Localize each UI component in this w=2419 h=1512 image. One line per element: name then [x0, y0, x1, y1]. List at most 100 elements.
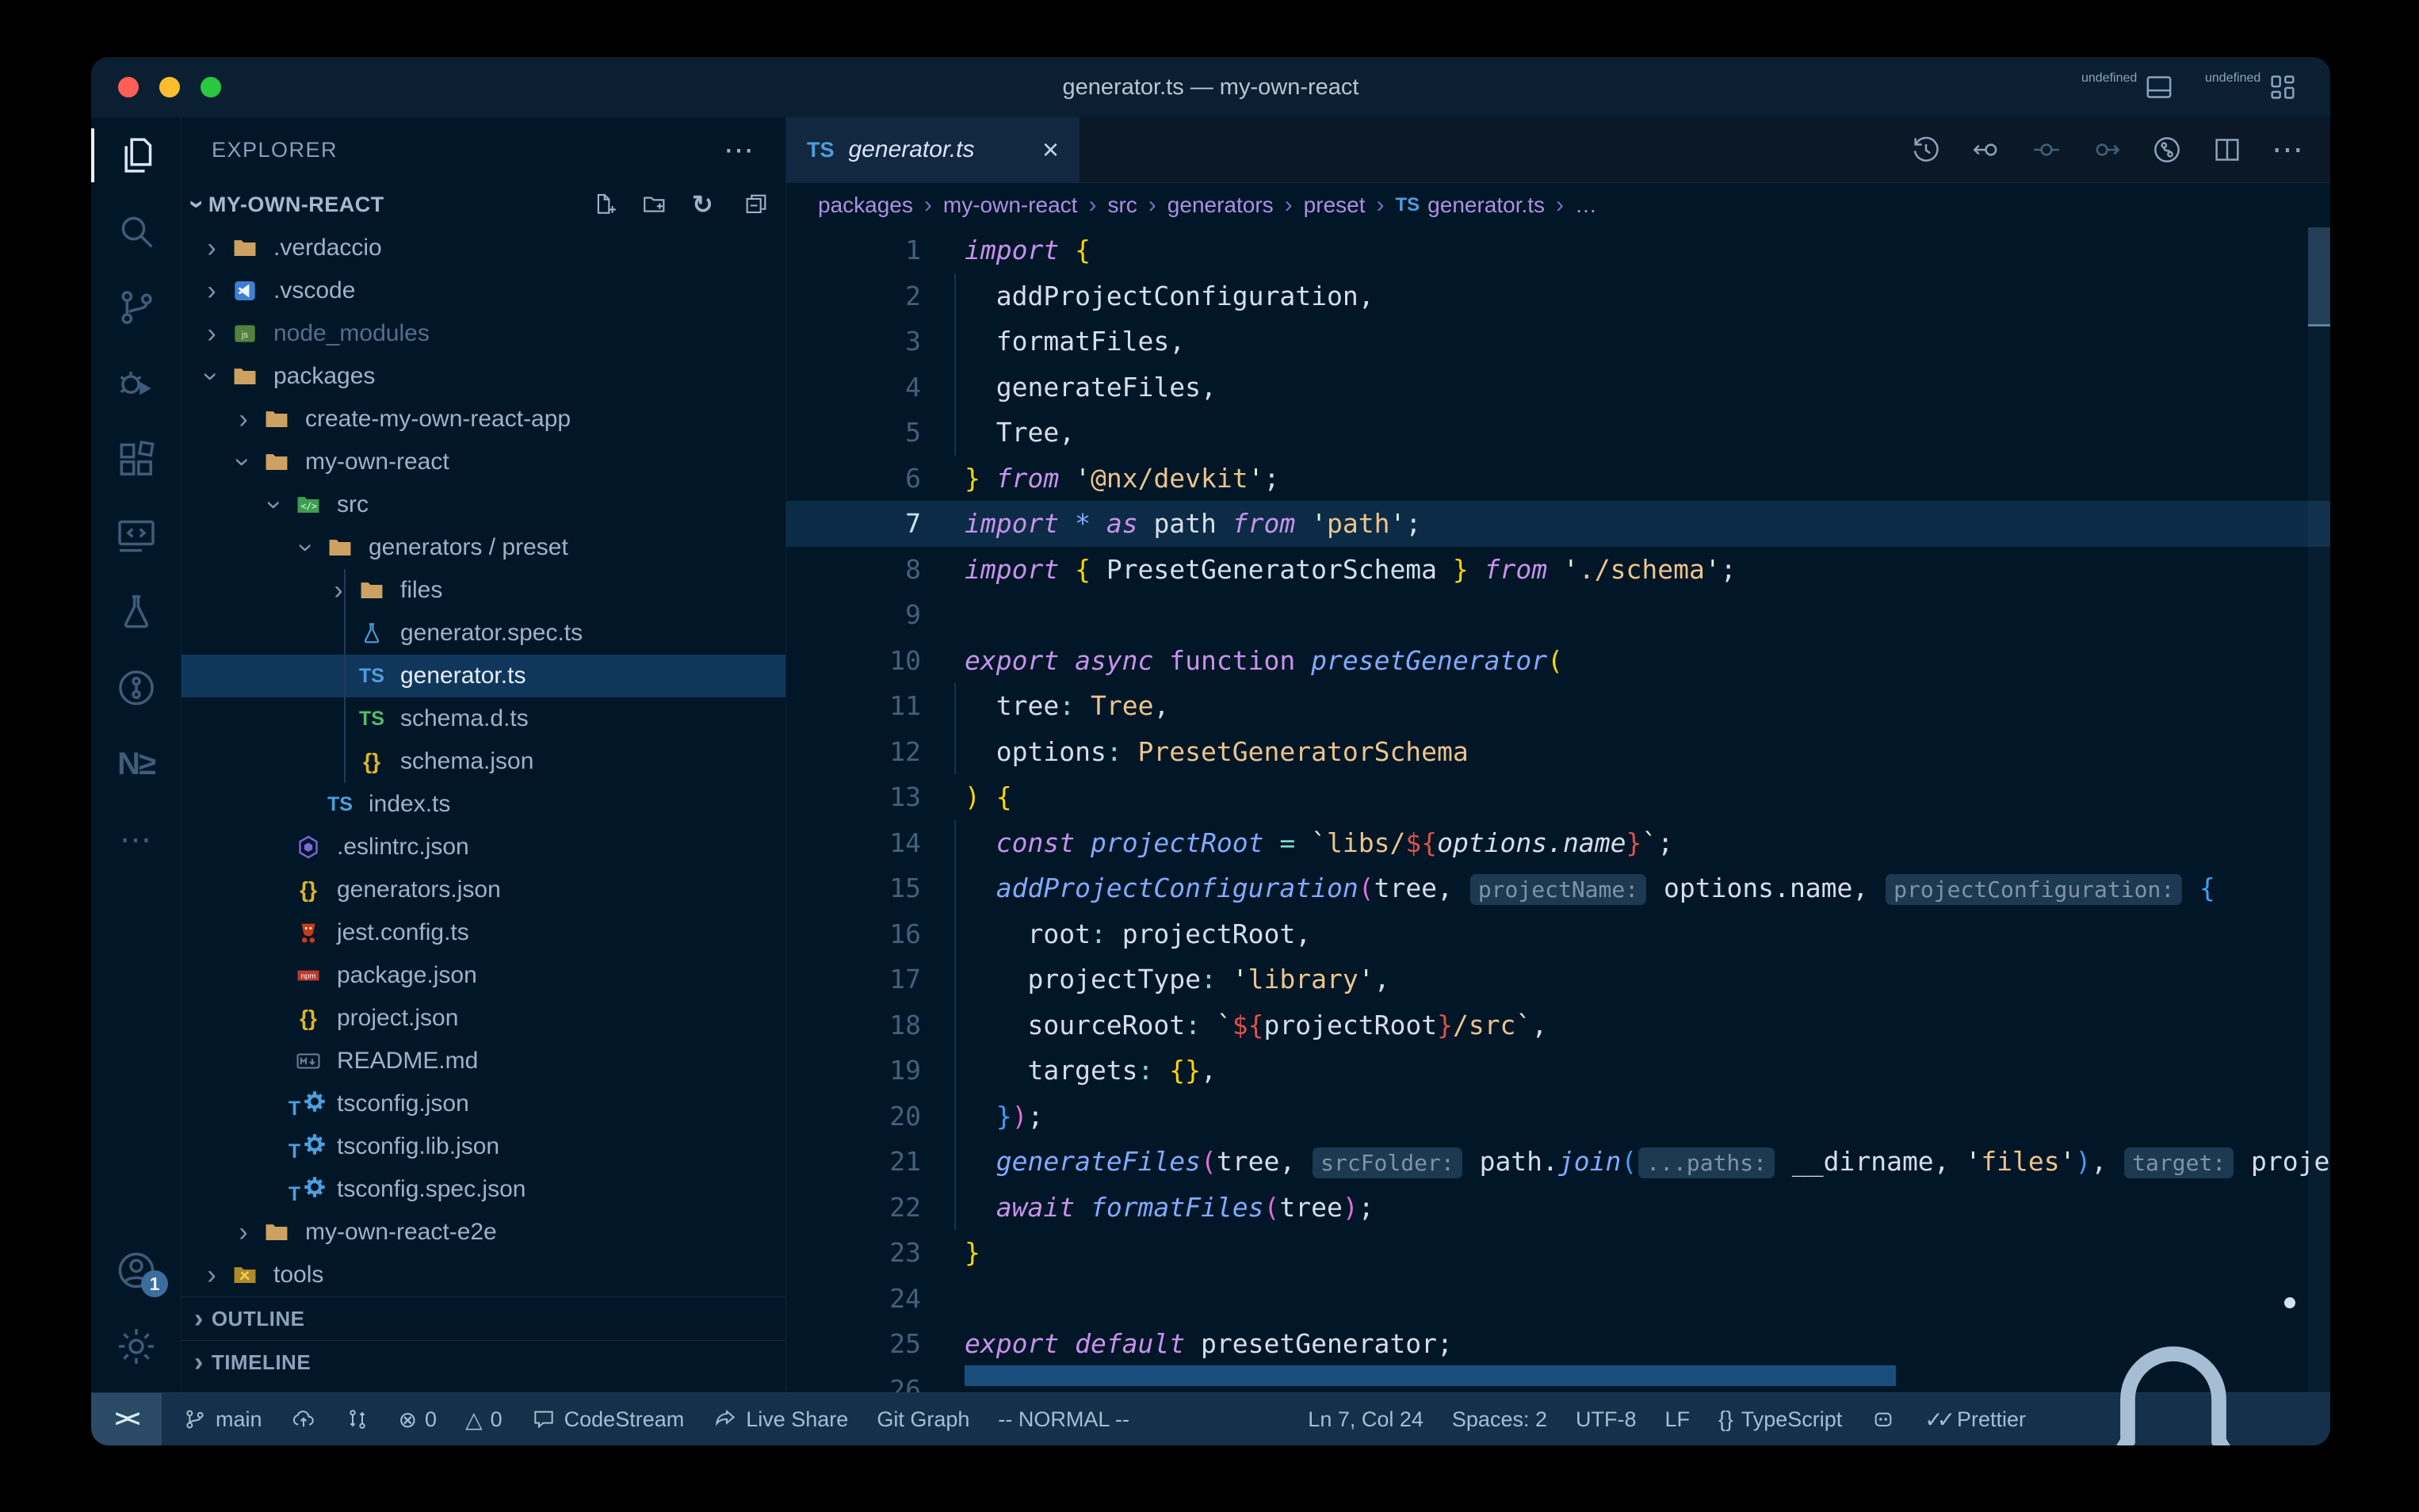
- status-item-codestream[interactable]: CodeStream: [517, 1393, 699, 1445]
- tree-item-tsconfig.json[interactable]: Ttsconfig.json: [182, 1082, 785, 1125]
- close-tab-icon[interactable]: ×: [1042, 136, 1059, 164]
- activity-bar-item-nx-console[interactable]: N≥: [91, 726, 181, 802]
- layout-grid-icon[interactable]: [2267, 71, 2299, 103]
- tree-item-schema.d.ts[interactable]: TSschema.d.ts: [182, 697, 785, 740]
- sidebar-panel-outline[interactable]: ›OUTLINE: [182, 1296, 785, 1340]
- tree-item-schema.json[interactable]: {}schema.json: [182, 740, 785, 783]
- git-circle-icon[interactable]: [2151, 134, 2183, 166]
- status-item-robot[interactable]: [1856, 1393, 1910, 1445]
- new-file-icon[interactable]: [590, 191, 617, 218]
- project-root-row[interactable]: › MY-OWN-REACT ↻: [182, 182, 785, 227]
- status-bar-right: Ln 7, Col 24Spaces: 2UTF-8LF{}TypeScript…: [1294, 1393, 2330, 1445]
- activity-bar-item-more-views[interactable]: ⋯: [91, 802, 181, 878]
- status-item-bell[interactable]: [2040, 1393, 2306, 1445]
- tree-item-src[interactable]: ›</>src: [182, 483, 785, 526]
- status-item-0[interactable]: ⊗0: [384, 1393, 452, 1445]
- tree-item-generator.ts[interactable]: TSgenerator.ts: [182, 655, 785, 697]
- tree-item-generators.json[interactable]: {}generators.json: [182, 869, 785, 911]
- code-editor[interactable]: 1import {2 addProjectConfiguration,3 for…: [786, 227, 2330, 1392]
- new-folder-icon[interactable]: [641, 191, 668, 218]
- remote-indicator[interactable]: ><: [91, 1393, 162, 1445]
- code-line-10: 10export async function presetGenerator(: [786, 638, 2330, 684]
- folder-tools-icon: [227, 1261, 262, 1289]
- remote-icon: [114, 514, 159, 558]
- tree-item-generators-preset[interactable]: ›generators / preset: [182, 526, 785, 569]
- status-item-lf[interactable]: LF: [1650, 1393, 1704, 1445]
- activity-bar-item-source-control[interactable]: [91, 269, 181, 346]
- split-icon[interactable]: [2211, 134, 2243, 166]
- status-item-ln-7-col-24[interactable]: Ln 7, Col 24: [1294, 1393, 1438, 1445]
- hist-icon[interactable]: [1910, 134, 1942, 166]
- tab-generator-ts[interactable]: TS generator.ts ×: [786, 117, 1080, 182]
- horizontal-scrollbar-thumb[interactable]: [965, 1365, 1896, 1386]
- sidebar-right-icon[interactable]: undefined: [2205, 71, 2237, 103]
- svg-text:js: js: [241, 330, 249, 340]
- breadcrumb-item[interactable]: generators: [1167, 193, 1274, 218]
- activity-bar-item-settings[interactable]: [91, 1308, 181, 1384]
- code-line-9: 9: [786, 592, 2330, 638]
- nav-next-icon[interactable]: [2091, 134, 2123, 166]
- more-txt-icon[interactable]: ⋯: [2272, 132, 2303, 168]
- tree-item-.vscode[interactable]: ›.vscode: [182, 269, 785, 312]
- activity-bar-item-accounts[interactable]: 1: [91, 1232, 181, 1308]
- status-item-main[interactable]: main: [168, 1393, 277, 1445]
- status-item-prettier[interactable]: ✓✓ Prettier: [1910, 1393, 2040, 1445]
- svg-text:</>: </>: [301, 500, 318, 511]
- status-item-live-share[interactable]: Live Share: [698, 1393, 862, 1445]
- tree-item-generator.spec.ts[interactable]: generator.spec.ts: [182, 612, 785, 655]
- tree-item-create-my-own-react-app[interactable]: ›create-my-own-react-app: [182, 398, 785, 441]
- breadcrumb-item[interactable]: packages: [818, 193, 913, 218]
- nav-prev-icon[interactable]: [1970, 134, 2002, 166]
- tree-item-readme.md[interactable]: README.md: [182, 1040, 785, 1082]
- tree-item-jest.config.ts[interactable]: jest.config.ts: [182, 911, 785, 954]
- sidebar-panel-timeline[interactable]: ›TIMELINE: [182, 1340, 785, 1384]
- titlebar-layout-icons: undefined undefined: [2081, 71, 2299, 103]
- refresh-icon[interactable]: ↻: [692, 191, 719, 218]
- tree-item-index.ts[interactable]: TSindex.ts: [182, 783, 785, 826]
- search-icon: [114, 209, 159, 254]
- breadcrumb-item[interactable]: src: [1107, 193, 1137, 218]
- nav-dot-icon[interactable]: [2031, 134, 2062, 166]
- activity-bar-item-run-debug[interactable]: [91, 346, 181, 422]
- tree-item-tsconfig.spec.json[interactable]: Ttsconfig.spec.json: [182, 1168, 785, 1211]
- npm-icon: npm: [291, 961, 326, 990]
- status-item-utf-8[interactable]: UTF-8: [1561, 1393, 1651, 1445]
- tree-item-tools[interactable]: ›tools: [182, 1254, 785, 1296]
- activity-bar-item-remote-explorer[interactable]: [91, 498, 181, 574]
- status-item-typescript[interactable]: {}TypeScript: [1704, 1393, 1856, 1445]
- activity-bar-item-search[interactable]: [91, 193, 181, 269]
- sidebar-more-actions-icon[interactable]: ⋯: [724, 132, 755, 168]
- status-item-compare[interactable]: [331, 1393, 384, 1445]
- tree-item-project.json[interactable]: {}project.json: [182, 997, 785, 1040]
- vertical-scrollbar[interactable]: [2308, 227, 2330, 1392]
- collapse-icon[interactable]: [743, 191, 770, 218]
- tree-item-.verdaccio[interactable]: ›.verdaccio: [182, 227, 785, 269]
- status-item-0[interactable]: △0: [451, 1393, 517, 1445]
- tree-item-.eslintrc.json[interactable]: .eslintrc.json: [182, 826, 785, 869]
- status-item-cloud-up[interactable]: [277, 1393, 331, 1445]
- activity-bar-item-gitlens[interactable]: [91, 650, 181, 726]
- status-item-spaces-2[interactable]: Spaces: 2: [1438, 1393, 1561, 1445]
- tree-item-packages[interactable]: ›packages: [182, 355, 785, 398]
- status-item--normal-[interactable]: -- NORMAL --: [984, 1393, 1143, 1445]
- activity-bar-item-testing[interactable]: [91, 574, 181, 650]
- tree-item-package.json[interactable]: npmpackage.json: [182, 954, 785, 997]
- activity-bar-item-extensions[interactable]: [91, 422, 181, 498]
- tree-item-files[interactable]: ›files: [182, 569, 785, 612]
- panel-bottom-icon[interactable]: [2143, 71, 2175, 103]
- tree-item-my-own-react-e2e[interactable]: ›my-own-react-e2e: [182, 1211, 785, 1254]
- status-item-git-graph[interactable]: Git Graph: [862, 1393, 984, 1445]
- breadcrumb-item[interactable]: my-own-react: [943, 193, 1078, 218]
- breadcrumb-item[interactable]: preset: [1304, 193, 1366, 218]
- line-number: 22: [786, 1185, 921, 1231]
- breadcrumb-item[interactable]: …: [1575, 193, 1597, 218]
- vertical-scrollbar-thumb[interactable]: [2308, 227, 2330, 326]
- sidebar-left-icon[interactable]: undefined: [2081, 71, 2113, 103]
- breadcrumb-separator: ›: [1377, 192, 1385, 219]
- breadcrumb-item[interactable]: TSgenerator.ts: [1396, 193, 1546, 218]
- tree-item-node-modules[interactable]: ›jsnode_modules: [182, 312, 785, 355]
- bell-icon: [2054, 1300, 2292, 1445]
- activity-bar-item-explorer[interactable]: [91, 117, 181, 193]
- tree-item-tsconfig.lib.json[interactable]: Ttsconfig.lib.json: [182, 1125, 785, 1168]
- tree-item-my-own-react[interactable]: ›my-own-react: [182, 441, 785, 483]
